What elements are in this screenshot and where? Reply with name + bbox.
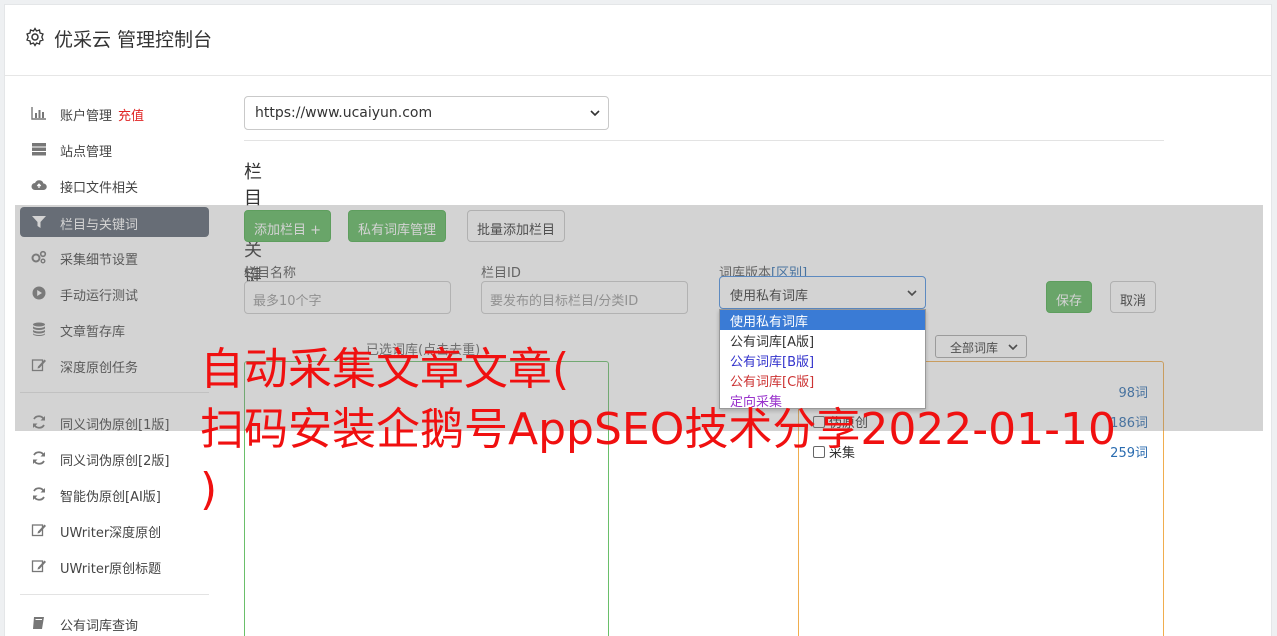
sidebar-item-interface-files[interactable]: 接口文件相关 [20,170,209,200]
dropdown-option[interactable]: 使用私有词库 [720,310,925,330]
bar-chart-icon [31,107,46,120]
edit-icon [31,560,46,573]
headline-line-3: ) [200,464,218,515]
sidebar-item-label: 智能伪原创[AI版] [60,490,161,505]
book-icon [33,617,44,629]
chevron-down-icon [590,110,600,116]
headline-line-1: 自动采集文章文章( [200,344,570,395]
sidebar-item-account[interactable]: 账户管理 充值 [20,98,209,128]
private-lib-button[interactable]: 私有词库管理 [348,210,447,242]
sidebar-item-article-store[interactable]: 文章暂存库 [20,314,209,344]
sidebar-item-public-lib[interactable]: 公有词库查询 [20,608,209,636]
sidebar-item-manual-run[interactable]: 手动运行测试 [20,278,209,308]
sidebar-item-deep-original[interactable]: 深度原创任务 [20,350,209,380]
cogs-icon [31,250,47,264]
edit-icon [31,359,46,372]
sidebar-item-label: 采集细节设置 [60,253,139,268]
save-button[interactable]: 保存 [1046,281,1093,313]
sidebar-item-label: 文章暂存库 [60,325,126,340]
headline-line-2: 扫码安装企鹅号AppSEO技术分享2022-01-10 [200,404,1117,455]
version-select-value: 使用私有词库 [730,289,809,304]
batch-add-button[interactable]: 批量添加栏目 [467,210,566,242]
sidebar-item-columns-keywords[interactable]: 栏目与关键词 [20,207,209,237]
sidebar-item-label: UWriter原创标题 [60,562,162,577]
site-select[interactable]: https://www.ucaiyun.com [244,96,609,130]
divider [244,140,1164,141]
column-id-input[interactable]: 要发布的目标栏目/分类ID [481,281,688,314]
column-name-label: 栏目名称 [244,266,297,281]
add-column-button[interactable]: 添加栏目 + [244,210,332,242]
gear-icon [26,27,44,47]
sidebar-item-label: 手动运行测试 [60,289,139,304]
sidebar-item-sites[interactable]: 站点管理 [20,134,209,164]
sidebar-item-label: 深度原创任务 [60,361,139,376]
server-icon [32,143,46,156]
sidebar-item-synonym-v2[interactable]: 同义词伪原创[2版] [20,443,209,473]
version-select[interactable]: 使用私有词库 [719,276,926,309]
page-title: 优采云 管理控制台 [54,29,213,51]
sidebar-item-uwriter-title[interactable]: UWriter原创标题 [20,551,209,581]
recharge-link[interactable]: 充值 [118,109,144,124]
sidebar-item-label: 栏目与关键词 [60,218,139,233]
chevron-down-icon [907,289,917,296]
cloud-upload-icon [31,180,47,190]
refresh-icon [33,487,45,501]
sidebar-item-label: UWriter深度原创 [60,526,162,541]
sidebar-item-synonym-v1[interactable]: 同义词伪原创[1版] [20,407,209,437]
sidebar-item-collect-settings[interactable]: 采集细节设置 [20,242,209,272]
database-icon [33,322,45,336]
sidebar-item-label: 接口文件相关 [60,181,139,196]
sidebar-divider [20,392,209,393]
edit-icon [31,524,46,537]
sidebar-item-label: 站点管理 [60,145,113,160]
site-select-value: https://www.ucaiyun.com [255,105,433,121]
sidebar-item-uwriter-deep[interactable]: UWriter深度原创 [20,515,209,545]
headline-overlay-text: 自动采集文章文章( 扫码安装企鹅号AppSEO技术分享2022-01-10 ) [200,340,1200,520]
cancel-button[interactable]: 取消 [1110,281,1157,313]
sidebar-item-label: 账户管理 [60,109,113,124]
sidebar-item-ai-rewrite[interactable]: 智能伪原创[AI版] [20,479,209,509]
refresh-icon [33,451,45,465]
sidebar-divider [20,594,209,595]
column-id-label: 栏目ID [481,266,521,281]
sidebar-item-label: 同义词伪原创[2版] [60,454,170,469]
play-circle-icon [32,286,46,300]
filter-icon [32,216,46,228]
refresh-icon [33,415,45,429]
sidebar-item-label: 同义词伪原创[1版] [60,418,170,433]
header: 优采云 管理控制台 [5,5,1271,76]
sidebar-item-label: 公有词库查询 [60,619,139,634]
column-name-input[interactable]: 最多10个字 [244,281,451,314]
